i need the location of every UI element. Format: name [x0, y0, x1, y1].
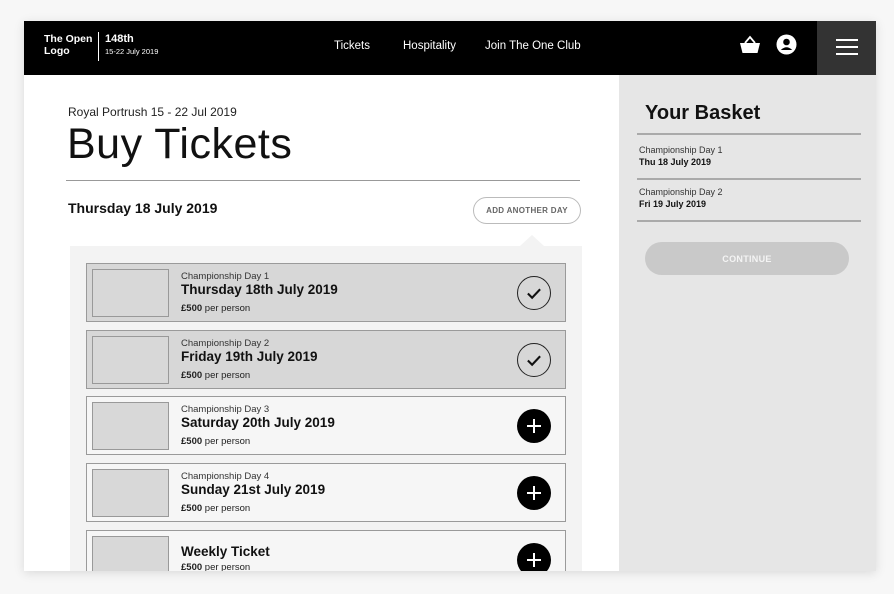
ticket-date: Sunday 21st July 2019 [181, 482, 326, 497]
main-content: Royal Portrush 15 - 22 Jul 2019 Buy Tick… [24, 75, 619, 571]
nav-hospitality[interactable]: Hospitality [403, 39, 456, 53]
ticket-price: £500 per person [181, 436, 251, 447]
edition-number: 148th [105, 33, 134, 45]
logo-divider [98, 32, 99, 61]
ticket-date: Weekly Ticket [181, 544, 270, 559]
basket-item: Championship Day 1 Thu 18 July 2019 [639, 144, 723, 168]
basket-sidebar: Your Basket Championship Day 1 Thu 18 Ju… [619, 75, 876, 571]
plus-icon [527, 419, 541, 433]
nav-tickets[interactable]: Tickets [334, 39, 370, 53]
edition-badge: 148th 15-22 July 2019 [105, 33, 158, 57]
ticket-day-label: Championship Day 2 [181, 338, 270, 349]
edition-dates: 15-22 July 2019 [105, 47, 159, 56]
ticket-image-placeholder [92, 402, 169, 450]
continue-button[interactable]: CONTINUE [645, 242, 849, 275]
ticket-price: £500 per person [181, 303, 251, 314]
ticket-price: £500 per person [181, 370, 251, 381]
basket-item: Championship Day 2 Fri 19 July 2019 [639, 186, 723, 210]
ticket-card-day-3[interactable]: Championship Day 3 Saturday 20th July 20… [86, 396, 566, 455]
top-navigation-bar: The Open Logo 148th 15-22 July 2019 Tick… [24, 21, 876, 75]
selected-check-button[interactable] [517, 276, 551, 310]
ticket-date: Friday 19th July 2019 [181, 349, 318, 364]
check-icon [527, 355, 541, 367]
plus-icon [527, 553, 541, 567]
ticket-day-label: Championship Day 3 [181, 404, 270, 415]
basket-divider [637, 133, 861, 135]
basket-item-label: Championship Day 2 [639, 187, 723, 197]
account-icon[interactable] [776, 34, 797, 55]
menu-button[interactable] [817, 21, 876, 75]
ticket-card-day-1[interactable]: Championship Day 1 Thursday 18th July 20… [86, 263, 566, 322]
title-divider [66, 180, 580, 181]
basket-divider [637, 220, 861, 222]
menu-icon-bar [836, 46, 858, 48]
check-icon [527, 288, 541, 300]
the-open-logo[interactable]: The Open Logo [44, 33, 96, 57]
ticket-image-placeholder [92, 336, 169, 384]
selected-date: Thursday 18 July 2019 [68, 200, 218, 216]
ticket-image-placeholder [92, 269, 169, 317]
basket-item-date: Thu 18 July 2019 [639, 157, 712, 167]
basket-item-label: Championship Day 1 [639, 145, 723, 155]
add-ticket-button[interactable] [517, 476, 551, 510]
ticket-day-label: Championship Day 1 [181, 271, 270, 282]
panel-pointer [520, 235, 544, 246]
ticket-image-placeholder [92, 536, 169, 571]
ticket-image-placeholder [92, 469, 169, 517]
ticket-card-weekly[interactable]: Weekly Ticket £500 per person [86, 530, 566, 571]
plus-icon [527, 486, 541, 500]
basket-icon[interactable] [739, 35, 761, 55]
menu-icon-bar [836, 53, 858, 55]
add-ticket-button[interactable] [517, 409, 551, 443]
ticket-price: £500 per person [181, 503, 251, 514]
basket-title: Your Basket [645, 102, 761, 124]
ticket-date: Thursday 18th July 2019 [181, 282, 338, 297]
menu-icon [836, 39, 858, 41]
ticket-day-label: Championship Day 4 [181, 471, 270, 482]
add-another-day-button[interactable]: ADD ANOTHER DAY [473, 197, 581, 224]
add-ticket-button[interactable] [517, 543, 551, 571]
app-frame: The Open Logo 148th 15-22 July 2019 Tick… [24, 21, 876, 571]
page-title: Buy Tickets [67, 120, 293, 168]
basket-divider [637, 178, 861, 180]
venue-subtitle: Royal Portrush 15 - 22 Jul 2019 [68, 105, 237, 119]
selected-check-button[interactable] [517, 343, 551, 377]
ticket-price: £500 per person [181, 562, 251, 571]
ticket-date: Saturday 20th July 2019 [181, 415, 335, 430]
nav-join-the-one-club[interactable]: Join The One Club [485, 39, 581, 53]
ticket-card-day-4[interactable]: Championship Day 4 Sunday 21st July 2019… [86, 463, 566, 522]
basket-item-date: Fri 19 July 2019 [639, 199, 707, 209]
ticket-card-day-2[interactable]: Championship Day 2 Friday 19th July 2019… [86, 330, 566, 389]
